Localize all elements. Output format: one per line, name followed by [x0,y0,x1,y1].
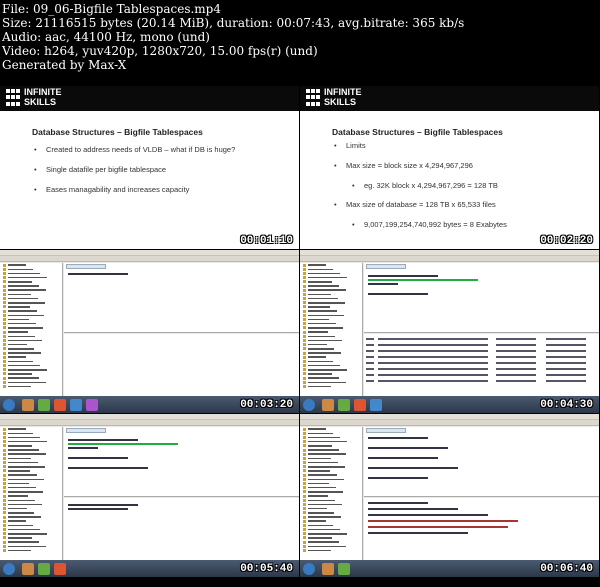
sql-worksheet [64,427,299,497]
connections-tree [300,427,363,560]
bullet: Eases managability and increases capacit… [32,185,235,194]
slide: INFINITE SKILLS Database Structures – Big… [300,86,599,249]
toolbar [300,420,599,426]
sql-developer-window [300,250,599,413]
bullet: 9,007,199,254,740,992 bytes = 8 Exabytes [350,220,507,229]
toolbar [0,420,299,426]
script-output [364,498,599,560]
bullet: Max size of database = 128 TB x 65,533 f… [332,200,507,209]
thumbnail-5[interactable]: 00:05:40 [0,414,300,578]
slide: INFINITE SKILLS Database Structures – Big… [0,86,299,249]
thumbnail-2[interactable]: INFINITE SKILLS Database Structures – Big… [300,86,600,250]
sql-worksheet [64,263,299,333]
sql-developer-window [0,250,299,413]
start-button-icon [3,399,15,411]
start-button-icon [303,563,315,575]
script-output [64,498,299,560]
timestamp: 00:05:40 [240,563,293,575]
bullet: Limits [332,141,507,150]
infinite-skills-logo: INFINITE SKILLS [6,87,68,109]
sql-worksheet [364,263,599,333]
file-name-line: File: 09_06-Bigfile Tablespaces.mp4 [2,2,221,16]
connections-tree [0,427,63,560]
slide-title: Database Structures – Bigfile Tablespace… [332,127,503,137]
sql-developer-window [0,414,299,577]
connections-tree [0,263,63,396]
connections-tree [300,263,363,396]
bullet: Single datafile per bigfile tablespace [32,165,235,174]
thumbnail-1[interactable]: INFINITE SKILLS Database Structures – Big… [0,86,300,250]
timestamp: 00:06:40 [540,563,593,575]
audio-line: Audio: aac, 44100 Hz, mono (und) [2,30,210,44]
slide-title: Database Structures – Bigfile Tablespace… [32,127,203,137]
size-line: Size: 21116515 bytes (20.14 MiB), durati… [2,16,465,30]
toolbar [0,256,299,262]
toolbar [300,256,599,262]
timestamp: 00:01:10 [240,235,293,247]
output-pane [64,334,299,396]
results-grid [364,334,599,396]
slide-topbar: INFINITE SKILLS [300,86,599,111]
timestamp: 00:03:20 [240,399,293,411]
thumbnail-4[interactable]: 00:04:30 [300,250,600,414]
generator-line: Generated by Max-X [2,58,127,72]
slide-bullets: Limits Max size = block size x 4,294,967… [332,141,507,239]
start-button-icon [303,399,315,411]
bullet: Created to address needs of VLDB – what … [32,145,235,154]
slide-bullets: Created to address needs of VLDB – what … [32,145,235,205]
bullet: eg. 32K block x 4,294,967,296 = 128 TB [350,181,507,190]
timestamp: 00:04:30 [540,399,593,411]
sql-worksheet [364,427,599,497]
thumbnail-6[interactable]: 00:06:40 [300,414,600,578]
bullet: Max size = block size x 4,294,967,296 [332,161,507,170]
slide-topbar: INFINITE SKILLS [0,86,299,111]
infinite-skills-logo: INFINITE SKILLS [306,87,368,109]
video-line: Video: h264, yuv420p, 1280x720, 15.00 fp… [2,44,318,58]
start-button-icon [3,563,15,575]
timestamp: 00:02:20 [540,235,593,247]
thumbnail-3[interactable]: 00:03:20 [0,250,300,414]
video-info-header: File: 09_06-Bigfile Tablespaces.mp4 Size… [0,0,600,86]
sql-developer-window [300,414,599,577]
